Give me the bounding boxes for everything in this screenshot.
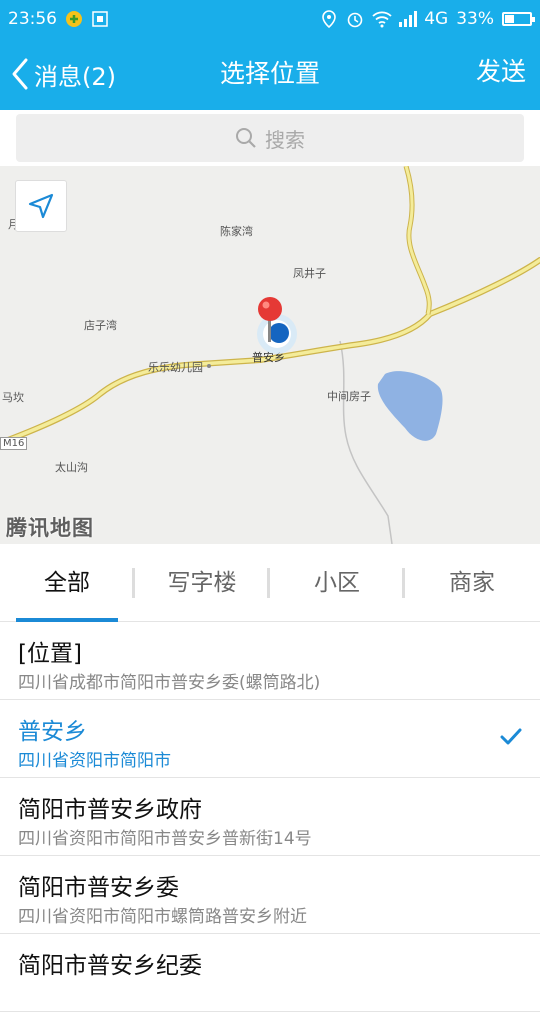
app-notification-icon: [65, 10, 83, 28]
list-item[interactable]: 简阳市普安乡政府 四川省资阳市简阳市普安乡普新街14号: [0, 778, 540, 856]
location-address: 四川省资阳市简阳市普安乡普新街14号: [18, 829, 312, 849]
list-item[interactable]: [位置] 四川省成都市简阳市普安乡委(螺筒路北): [0, 622, 540, 700]
list-item[interactable]: 简阳市普安乡纪委: [0, 934, 540, 1012]
location-name: 简阳市普安乡委: [18, 875, 179, 901]
map-view[interactable]: 陈家湾 凤井子 店子湾 乐乐幼儿园 普安乡 中间房子 马坎 太山沟 M16 月亮…: [0, 166, 540, 544]
send-button[interactable]: 发送: [476, 38, 526, 110]
tab-residential[interactable]: 小区: [270, 544, 404, 622]
map-label-chenjiawan: 陈家湾: [220, 225, 253, 238]
map-provider-logo: 腾讯地图: [6, 516, 94, 540]
location-status-icon: [320, 10, 338, 29]
locate-button[interactable]: [15, 180, 67, 232]
search-area: 搜索: [0, 110, 540, 166]
location-address: 四川省资阳市简阳市: [18, 751, 171, 771]
title-bar: 消息(2) 选择位置 发送: [0, 38, 540, 110]
locate-icon: [28, 193, 54, 219]
list-item-selected[interactable]: 普安乡 四川省资阳市简阳市: [0, 700, 540, 778]
minor-road: [339, 340, 393, 544]
check-icon: [500, 728, 522, 745]
alarm-icon: [346, 10, 364, 28]
location-name: [位置]: [18, 641, 82, 667]
tab-business[interactable]: 商家: [405, 544, 539, 622]
search-icon: [236, 128, 256, 148]
location-address: 四川省资阳市简阳市螺筒路普安乡附近: [18, 907, 307, 927]
location-list: [位置] 四川省成都市简阳市普安乡委(螺筒路北) 普安乡 四川省资阳市简阳市 简…: [0, 622, 540, 1012]
category-tabs: 全部 写字楼 小区 商家: [0, 544, 540, 622]
status-bar: 23:56 4G 33%: [0, 0, 540, 38]
search-placeholder: 搜索: [265, 127, 305, 152]
scan-notification-icon: [91, 10, 109, 28]
map-road-shield: M16: [0, 437, 28, 450]
location-name: 简阳市普安乡纪委: [18, 953, 202, 979]
battery-icon: [502, 12, 535, 26]
wifi-icon: [372, 10, 392, 28]
location-name: 简阳市普安乡政府: [18, 797, 202, 823]
map-label-makan: 马坎: [2, 391, 24, 404]
tab-office[interactable]: 写字楼: [135, 544, 269, 622]
location-address: 四川省成都市简阳市普安乡委(螺筒路北): [18, 673, 321, 693]
poi-dot: [207, 364, 211, 368]
map-label-zhongjianfangzi: 中间房子: [327, 390, 371, 403]
search-input[interactable]: 搜索: [16, 114, 524, 162]
status-time: 23:56: [8, 9, 57, 29]
signal-icon: [398, 10, 418, 28]
map-label-fengjingzi: 凤井子: [293, 267, 326, 280]
back-button[interactable]: 消息(2): [10, 38, 116, 110]
network-type: 4G: [424, 9, 449, 29]
map-label-kindergarten: 乐乐幼儿园: [148, 361, 203, 374]
map-label-taishangou: 太山沟: [55, 461, 88, 474]
back-label: 消息(2): [34, 62, 116, 91]
map-label-dianziwan: 店子湾: [84, 319, 117, 332]
water-area: [377, 371, 443, 441]
back-arrow-icon: [12, 58, 28, 90]
location-name: 普安乡: [18, 719, 87, 745]
list-item[interactable]: 简阳市普安乡委 四川省资阳市简阳市螺筒路普安乡附近: [0, 856, 540, 934]
map-pin-icon: [250, 294, 302, 360]
tab-all[interactable]: 全部: [0, 544, 134, 622]
battery-percent: 33%: [456, 9, 494, 29]
